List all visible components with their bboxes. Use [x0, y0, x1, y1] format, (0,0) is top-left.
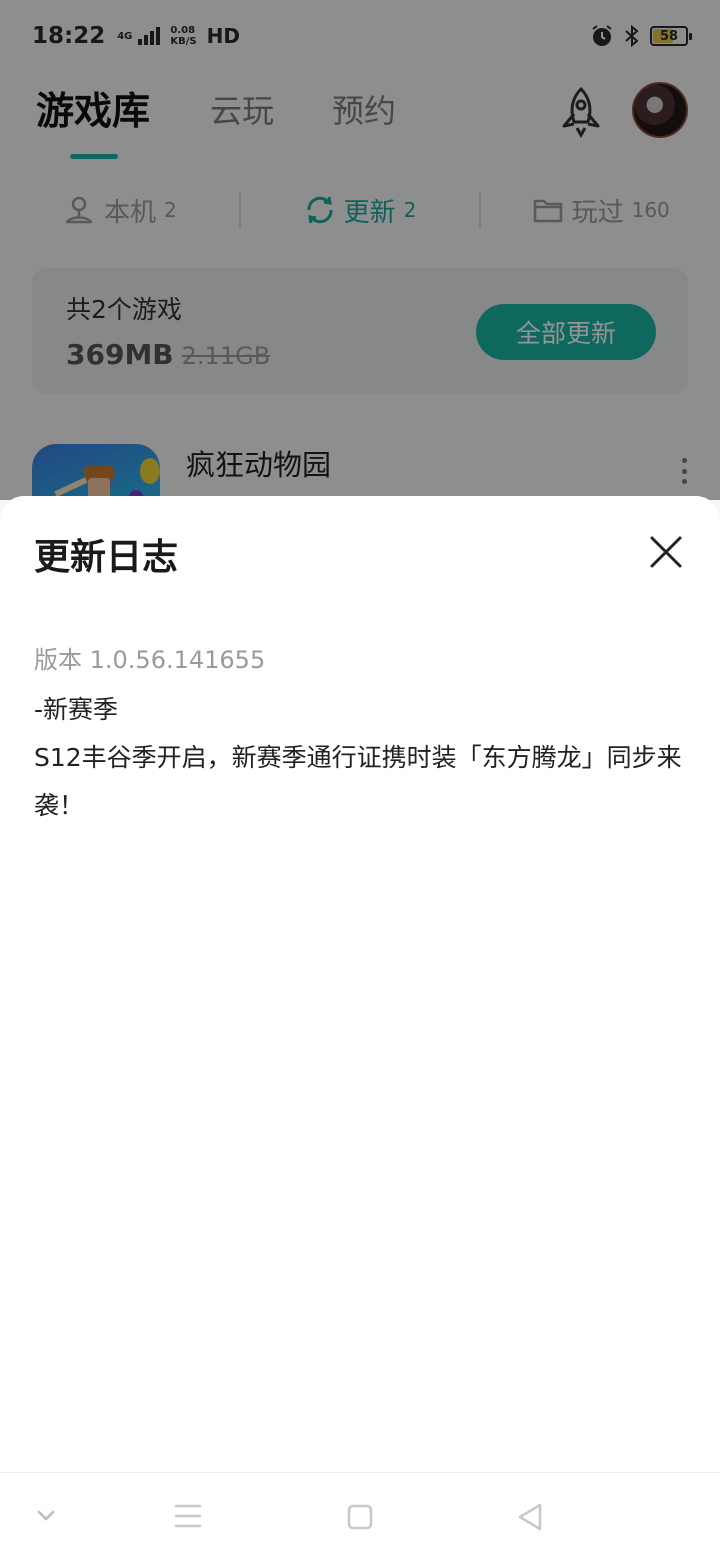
chevron-down-icon[interactable] — [36, 1509, 56, 1523]
note-line: -新赛季 — [34, 695, 119, 724]
version-label: 版本 1.0.56.141655 — [34, 646, 266, 674]
update-notes: -新赛季 S12丰谷季开启，新赛季通行证携时装「东方腾龙」同步来袭！ — [34, 686, 694, 830]
sheet-title: 更新日志 — [34, 537, 179, 578]
note-line: S12丰谷季开启，新赛季通行证携时装「东方腾龙」同步来袭！ — [34, 743, 682, 820]
close-icon[interactable] — [648, 534, 684, 570]
update-log-sheet: 更新日志 版本 1.0.56.141655 -新赛季 S12丰谷季开启，新赛季通… — [0, 496, 720, 1560]
menu-icon[interactable] — [174, 1503, 202, 1529]
square-home-icon[interactable] — [346, 1503, 374, 1531]
triangle-back-icon[interactable] — [516, 1501, 544, 1533]
modal-overlay[interactable] — [0, 0, 720, 500]
system-navigation-bar — [0, 1472, 720, 1560]
